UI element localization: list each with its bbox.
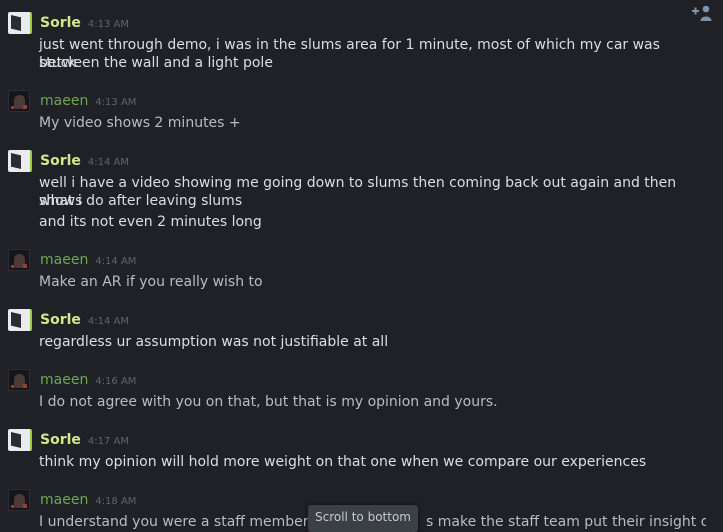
author-name[interactable]: maeen [40,489,88,511]
scroll-to-bottom-button[interactable]: Scroll to bottom [308,505,418,532]
timestamp: 4:16 AM [95,376,137,387]
author-name[interactable]: maeen [40,249,88,271]
timestamp: 4:14 AM [95,256,137,267]
message-text: I understand you were a staff member, yo [39,514,335,530]
avatar[interactable] [8,249,30,271]
timestamp: 4:13 AM [95,97,137,108]
author-name[interactable]: Sorle [40,150,81,172]
author-name[interactable]: Sorle [40,12,81,34]
chat-message: maeen 4:13 AM My video shows 2 minutes + [0,90,700,134]
message-text: Make an AR if you really wish to [39,274,263,290]
chat-message: Sorle 4:17 AM think my opinion will hold… [0,429,700,473]
avatar[interactable] [8,489,30,511]
message-text: between the wall and a light pole [39,55,273,71]
timestamp: 4:17 AM [87,436,130,447]
author-name[interactable]: maeen [40,90,88,112]
message-text: regardless ur assumption was not justifi… [39,334,389,350]
message-text: I do not agree with you on that, but tha… [39,394,498,410]
author-name[interactable]: maeen [40,369,88,391]
avatar[interactable] [8,12,32,34]
message-text: what i do after leaving slums [39,193,243,209]
chat-message: Sorle 4:13 AM just went through demo, i … [0,12,700,76]
chat-message: maeen 4:14 AM Make an AR if you really w… [0,249,700,293]
chat-message: maeen 4:16 AM I do not agree with you on… [0,369,700,413]
chat-message: Sorle 4:14 AM regardless ur assumption w… [0,309,700,353]
avatar[interactable] [8,369,30,391]
timestamp: 4:14 AM [87,157,130,168]
message-text: and its not even 2 minutes long [39,214,262,230]
timestamp: 4:14 AM [87,316,130,327]
message-text: My video shows 2 minutes + [39,115,241,131]
author-name[interactable]: Sorle [40,429,81,451]
timestamp: 4:13 AM [87,19,130,30]
avatar[interactable] [8,90,30,112]
chat-log: Sorle 4:13 AM just went through demo, i … [0,0,723,532]
timestamp: 4:18 AM [95,496,137,507]
avatar[interactable] [8,309,32,331]
message-text: s make the staff team put their insight … [426,514,706,530]
avatar[interactable] [8,429,32,451]
avatar[interactable] [8,150,32,172]
author-name[interactable]: Sorle [40,309,81,331]
message-text: think my opinion will hold more weight o… [39,454,647,470]
chat-message: Sorle 4:14 AM well i have a video showin… [0,150,700,234]
